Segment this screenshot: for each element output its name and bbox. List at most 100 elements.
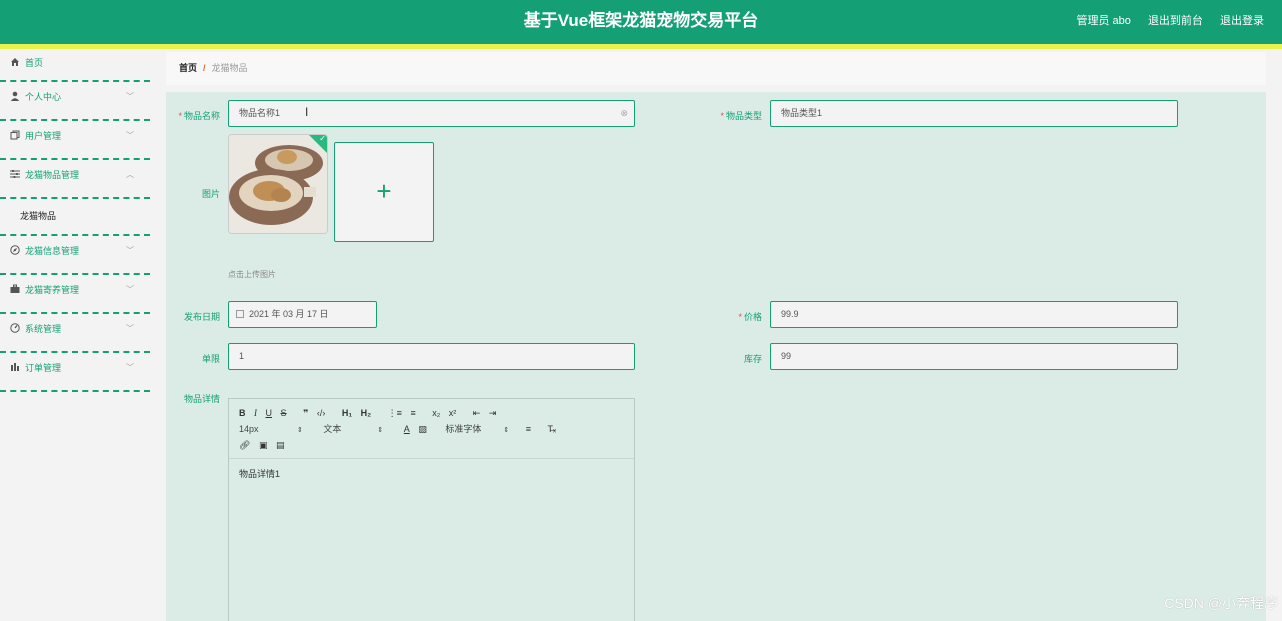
header-links: 管理员 abo 退出到前台 退出登录	[1062, 0, 1264, 44]
calendar-icon	[236, 310, 244, 318]
date-label: 发布日期	[183, 312, 220, 322]
editor-toolbar: B I U S ❞ ‹/› H₁ H₂ ⋮≡ ≡ x₂ x² ⇤ ⇥ 14px ⇕…	[229, 399, 634, 459]
sidebar-item-item-management[interactable]: 龙猫物品管理 ︿	[0, 160, 150, 199]
stock-input[interactable]: 99	[770, 343, 1178, 370]
code-icon[interactable]: ‹/›	[317, 405, 326, 421]
check-icon: ✓	[319, 134, 326, 143]
subscript-button[interactable]: x₂	[432, 405, 440, 421]
superscript-button[interactable]: x²	[449, 405, 457, 421]
breadcrumb-home[interactable]: 首页	[179, 63, 197, 73]
sidebar-item-system[interactable]: 系统管理 ﹀	[0, 314, 150, 353]
text-cursor-icon: I	[305, 105, 309, 119]
sidebar: 首页 个人中心 ﹀ 用户管理 ﹀ 龙猫物品管理 ︿ 龙猫物品 龙猫信息管理 ﹀ …	[0, 49, 150, 621]
stock-label: 库存	[743, 354, 762, 364]
chevron-down-icon: ﹀	[126, 285, 134, 294]
font-family-value: 标准字体	[445, 424, 482, 434]
clear-format-icon[interactable]: T̶ₓ	[548, 421, 556, 437]
home-icon	[10, 50, 20, 66]
image-icon[interactable]: ▣	[259, 437, 268, 453]
price-value: 99.9	[781, 309, 799, 319]
chevron-down-icon: ﹀	[126, 131, 134, 140]
bold-button[interactable]: B	[239, 405, 246, 421]
detail-label: 物品详情	[183, 394, 220, 404]
type-label-text: 物品类型	[725, 111, 762, 121]
chevron-down-icon: ﹀	[126, 324, 134, 333]
heading-2-button[interactable]: H₂	[361, 405, 372, 421]
sliders-icon	[10, 161, 20, 178]
breadcrumb-current: 龙猫物品	[211, 63, 248, 73]
header-accent-bar	[0, 44, 1282, 49]
font-family-select[interactable]: 标准字体	[445, 421, 497, 437]
italic-button[interactable]: I	[254, 405, 257, 421]
align-icon[interactable]: ≡	[526, 421, 531, 437]
stock-value: 99	[781, 351, 792, 361]
toolbar-row-2: 14px ⇕ 文本 ⇕ A ▨ 标准字体 ⇕ ≡ T̶ₓ	[239, 421, 624, 437]
chevron-down-icon: ﹀	[126, 363, 134, 372]
user-icon	[10, 83, 20, 101]
watermark-text: CSDN @小奔程序	[1164, 595, 1278, 611]
price-input[interactable]: 99.9	[770, 301, 1178, 328]
sidebar-item-home[interactable]: 首页	[0, 49, 150, 82]
sidebar-item-user-management[interactable]: 用户管理 ﹀	[0, 121, 150, 160]
format-select[interactable]: 文本	[323, 421, 371, 437]
sidebar-item-label: 系统管理	[25, 324, 62, 334]
required-mark: *	[738, 312, 742, 322]
sidebar-item-label: 订单管理	[25, 363, 62, 373]
sidebar-item-orders[interactable]: 订单管理 ﹀	[0, 353, 150, 392]
font-color-icon[interactable]: A	[404, 421, 410, 437]
item-form: * 物品名称 物品名称1 I ⊗ * 物品类型 物品类型1 图片 ✓ + 点击上传图…	[166, 92, 1266, 621]
link-icon[interactable]: 🔗︎	[239, 437, 250, 453]
price-label: * 价格	[702, 310, 762, 323]
sidebar-item-label: 龙猫信息管理	[25, 246, 80, 256]
required-mark: *	[178, 111, 182, 121]
item-name-value: 物品名称1	[239, 108, 281, 118]
editor-content[interactable]: 物品详情1	[229, 459, 634, 488]
back-to-front-link[interactable]: 退出到前台	[1148, 15, 1203, 27]
copy-icon	[10, 122, 20, 140]
image-upload-button[interactable]: +	[334, 142, 434, 242]
indent-icon[interactable]: ⇥	[489, 405, 497, 421]
type-label: * 物品类型	[702, 109, 762, 122]
chevron-down-icon: ﹀	[126, 246, 134, 255]
sidebar-item-label: 个人中心	[25, 92, 62, 102]
publish-date-picker[interactable]: 2021 年 03 月 17 日	[228, 301, 377, 328]
background-color-icon[interactable]: ▨	[418, 421, 427, 437]
sidebar-item-foster-care[interactable]: 龙猫寄养管理 ﹀	[0, 275, 150, 314]
sidebar-item-label: 龙猫物品管理	[25, 170, 80, 180]
rich-text-editor: B I U S ❞ ‹/› H₁ H₂ ⋮≡ ≡ x₂ x² ⇤ ⇥ 14px ⇕…	[228, 398, 635, 621]
name-label-text: 物品名称	[183, 111, 220, 121]
select-arrow-icon: ⇕	[503, 427, 510, 434]
plus-icon: +	[376, 176, 392, 206]
limit-input[interactable]: 1	[228, 343, 635, 370]
select-arrow-icon: ⇕	[377, 427, 384, 434]
admin-user-link[interactable]: 管理员 abo	[1076, 15, 1130, 27]
sidebar-subitem-items[interactable]: 龙猫物品	[0, 199, 150, 236]
format-value: 文本	[323, 424, 342, 434]
font-size-select[interactable]: 14px	[239, 421, 291, 437]
underline-button[interactable]: U	[266, 405, 273, 421]
outdent-icon[interactable]: ⇤	[473, 405, 481, 421]
ordered-list-icon[interactable]: ⋮≡	[388, 405, 402, 421]
upload-tip: 点击上传图片	[228, 270, 276, 279]
publish-date-value: 2021 年 03 月 17 日	[249, 309, 329, 319]
strike-button[interactable]: S	[281, 405, 287, 421]
sidebar-item-personal-center[interactable]: 个人中心 ﹀	[0, 82, 150, 121]
chart-icon	[10, 354, 20, 371]
logout-link[interactable]: 退出登录	[1220, 15, 1264, 27]
clear-icon[interactable]: ⊗	[620, 101, 628, 126]
sidebar-item-chinchilla-info[interactable]: 龙猫信息管理 ﹀	[0, 236, 150, 275]
blockquote-icon[interactable]: ❞	[303, 405, 308, 421]
heading-1-button[interactable]: H₁	[342, 405, 352, 421]
sidebar-item-label: 用户管理	[25, 131, 62, 141]
item-type-input[interactable]: 物品类型1	[770, 100, 1178, 127]
uploaded-image-thumbnail[interactable]: ✓	[228, 134, 328, 234]
briefcase-icon	[10, 276, 20, 293]
gauge-icon	[10, 315, 20, 333]
required-mark: *	[720, 111, 724, 121]
bullet-list-icon[interactable]: ≡	[410, 405, 415, 421]
top-header: 基于Vue框架龙猫宠物交易平台 管理员 abo 退出到前台 退出登录	[0, 0, 1282, 44]
toolbar-row-3: 🔗︎ ▣ ▤	[239, 437, 624, 453]
video-icon[interactable]: ▤	[276, 437, 285, 453]
item-name-input[interactable]: 物品名称1 I ⊗	[228, 100, 635, 127]
breadcrumb: 首页 / 龙猫物品	[166, 52, 1266, 85]
